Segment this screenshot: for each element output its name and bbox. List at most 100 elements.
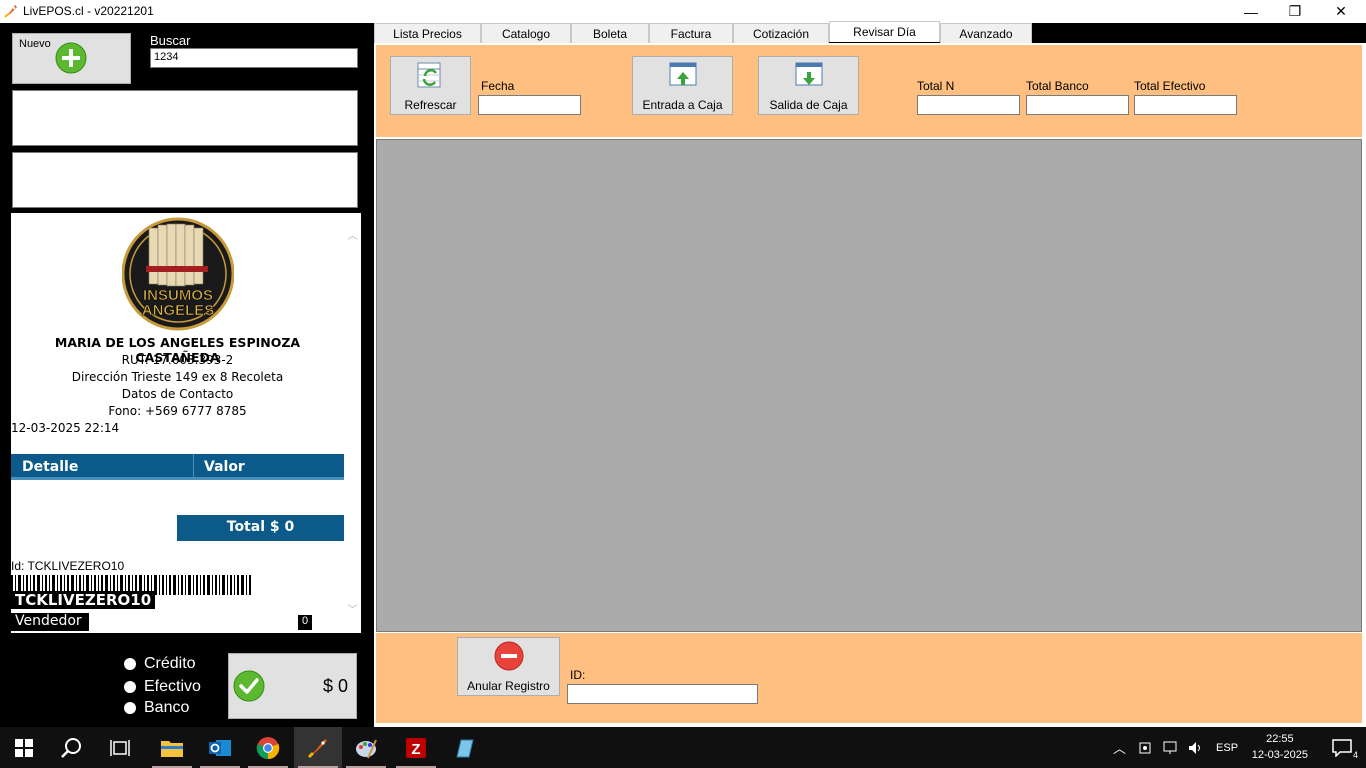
tab-boleta[interactable]: Boleta [571, 23, 649, 43]
chevron-up-icon[interactable]: ︿ [1113, 738, 1126, 757]
window-title: LivEPOS.cl - v20221201 [23, 4, 154, 18]
bottom-bar: Anular Registro ID: [376, 633, 1362, 723]
clock[interactable]: 22:55 12-03-2025 [1252, 731, 1308, 763]
refresh-icon [417, 62, 441, 88]
total-n-field[interactable] [917, 95, 1020, 115]
anular-label: Anular Registro [467, 679, 550, 693]
notifications-icon[interactable]: 4 [1318, 727, 1366, 768]
left-panel: Nuevo Buscar 1234 INSUMOS ANGELES MARIA … [0, 23, 370, 727]
language-indicator[interactable]: ESP [1216, 742, 1238, 754]
ticket-datetime: 12-03-2025 22:14 [11, 421, 120, 435]
chrome-icon[interactable] [244, 727, 292, 768]
minus-circle-icon [494, 641, 524, 671]
fecha-label: Fecha [481, 79, 515, 93]
radio-dot[interactable] [124, 702, 136, 714]
app-window: LivEPOS.cl - v20221201 — ❐ ✕ Nuevo Busca… [0, 0, 1366, 768]
col-detalle: Detalle [22, 459, 79, 475]
radio-banco[interactable]: Banco [124, 699, 189, 717]
refrescar-label: Refrescar [404, 98, 457, 112]
search-input[interactable]: 1234 [150, 48, 358, 68]
scroll-up-icon[interactable]: ︿ [347, 227, 358, 242]
col-valor: Valor [204, 459, 245, 475]
fecha-input[interactable] [478, 95, 581, 115]
rocket-icon [4, 5, 17, 18]
buscar-label: Buscar [150, 33, 191, 48]
ticket-direccion: Dirección Trieste 149 ex 8 Recoleta [71, 370, 284, 384]
radio-efectivo-label: Efectivo [144, 678, 201, 695]
refrescar-button[interactable]: Refrescar [390, 56, 471, 115]
tab-lista-precios[interactable]: Lista Precios [374, 23, 481, 43]
system-tray: ︿ ESP [1113, 727, 1238, 768]
product-box-1[interactable] [12, 90, 358, 146]
minimize-button[interactable]: — [1228, 0, 1274, 23]
scroll-down-icon[interactable]: ﹀ [347, 601, 358, 616]
ticket-contacto: Datos de Contacto [121, 387, 234, 401]
outlook-icon[interactable] [196, 727, 244, 768]
ticket-fono: Fono: +569 6777 8785 [108, 404, 247, 418]
close-button[interactable]: ✕ [1318, 0, 1364, 23]
salida-caja-button[interactable]: Salida de Caja [758, 56, 859, 115]
logo-text-2: ANGELES [142, 302, 215, 319]
title-bar: LivEPOS.cl - v20221201 — ❐ ✕ [0, 0, 1366, 23]
radio-credito[interactable]: Crédito [124, 655, 196, 673]
file-explorer-icon[interactable] [148, 727, 196, 768]
nuevo-label: Nuevo [19, 38, 51, 50]
tab-cotizacion[interactable]: Cotización [733, 23, 829, 43]
meet-now-icon[interactable] [1138, 741, 1152, 755]
total-n-label: Total N [917, 79, 955, 93]
anular-registro-button[interactable]: Anular Registro [457, 637, 560, 696]
clock-date: 12-03-2025 [1251, 749, 1308, 761]
entrada-caja-button[interactable]: Entrada a Caja [632, 56, 733, 115]
entrada-label: Entrada a Caja [642, 98, 723, 112]
total-banco-label: Total Banco [1026, 79, 1089, 93]
paint-icon[interactable] [342, 727, 390, 768]
total-efectivo-field[interactable] [1134, 95, 1237, 115]
network-icon[interactable] [1162, 741, 1178, 755]
tab-revisar-dia[interactable]: Revisar Día [829, 21, 940, 42]
header-divider [193, 454, 194, 477]
plus-icon [55, 42, 87, 74]
arrow-up-window-icon [669, 62, 697, 86]
pay-button[interactable]: $ 0 [228, 653, 357, 719]
radio-dot[interactable] [124, 681, 136, 693]
total-efectivo-label: Total Efectivo [1134, 79, 1206, 93]
ticket-table-header: Detalle Valor [11, 454, 344, 480]
ticket-code: TCKLIVEZERO10 [11, 591, 156, 609]
tab-factura[interactable]: Factura [649, 23, 733, 43]
ticket-total: Total $ 0 [177, 515, 344, 541]
ticket-rut: RUT: 17.603.393-2 [121, 353, 234, 367]
id-label: ID: [570, 668, 586, 682]
ticket-preview: INSUMOS ANGELES MARIA DE LOS ANGELES ESP… [11, 213, 361, 633]
task-view-icon[interactable] [96, 727, 144, 768]
svg-text:Z: Z [411, 741, 420, 758]
radio-banco-label: Banco [144, 699, 190, 716]
pay-amount: $ 0 [322, 676, 348, 696]
radio-efectivo[interactable]: Efectivo [124, 678, 201, 696]
records-grid[interactable] [376, 139, 1362, 632]
right-panel: Lista Precios Catalogo Boleta Factura Co… [370, 21, 1366, 727]
clock-time: 22:55 [1266, 733, 1294, 745]
radio-dot[interactable] [124, 658, 136, 670]
ticket-id: Id: TCKLIVEZERO10 [11, 559, 125, 573]
id-input[interactable] [567, 684, 758, 704]
tab-catalogo[interactable]: Catalogo [481, 23, 571, 43]
ticket-scrollbar[interactable]: ︿ ﹀ [344, 213, 361, 633]
search-icon[interactable] [48, 727, 96, 768]
tab-strip: Lista Precios Catalogo Boleta Factura Co… [374, 21, 1032, 44]
revisar-toolbar: Refrescar Fecha Entrada a Caja Salida de… [376, 45, 1362, 137]
arrow-down-window-icon [795, 62, 823, 86]
nuevo-button[interactable]: Nuevo [12, 33, 131, 84]
volume-icon[interactable] [1188, 741, 1204, 755]
notification-count: 4 [1352, 750, 1358, 760]
livepos-taskbar-icon[interactable] [294, 727, 342, 768]
total-banco-field[interactable] [1026, 95, 1129, 115]
tab-avanzado[interactable]: Avanzado [940, 23, 1032, 43]
windows-start-icon[interactable] [0, 727, 48, 768]
restore-button[interactable]: ❐ [1272, 0, 1318, 23]
product-box-2[interactable] [12, 152, 358, 208]
filezilla-icon[interactable]: Z [392, 727, 440, 768]
notepad-app-icon[interactable] [440, 727, 488, 768]
store-logo: INSUMOS ANGELES [122, 217, 234, 331]
radio-credito-label: Crédito [144, 655, 196, 672]
taskbar: Z ︿ ESP 22:55 12-03-2025 4 [0, 727, 1366, 768]
